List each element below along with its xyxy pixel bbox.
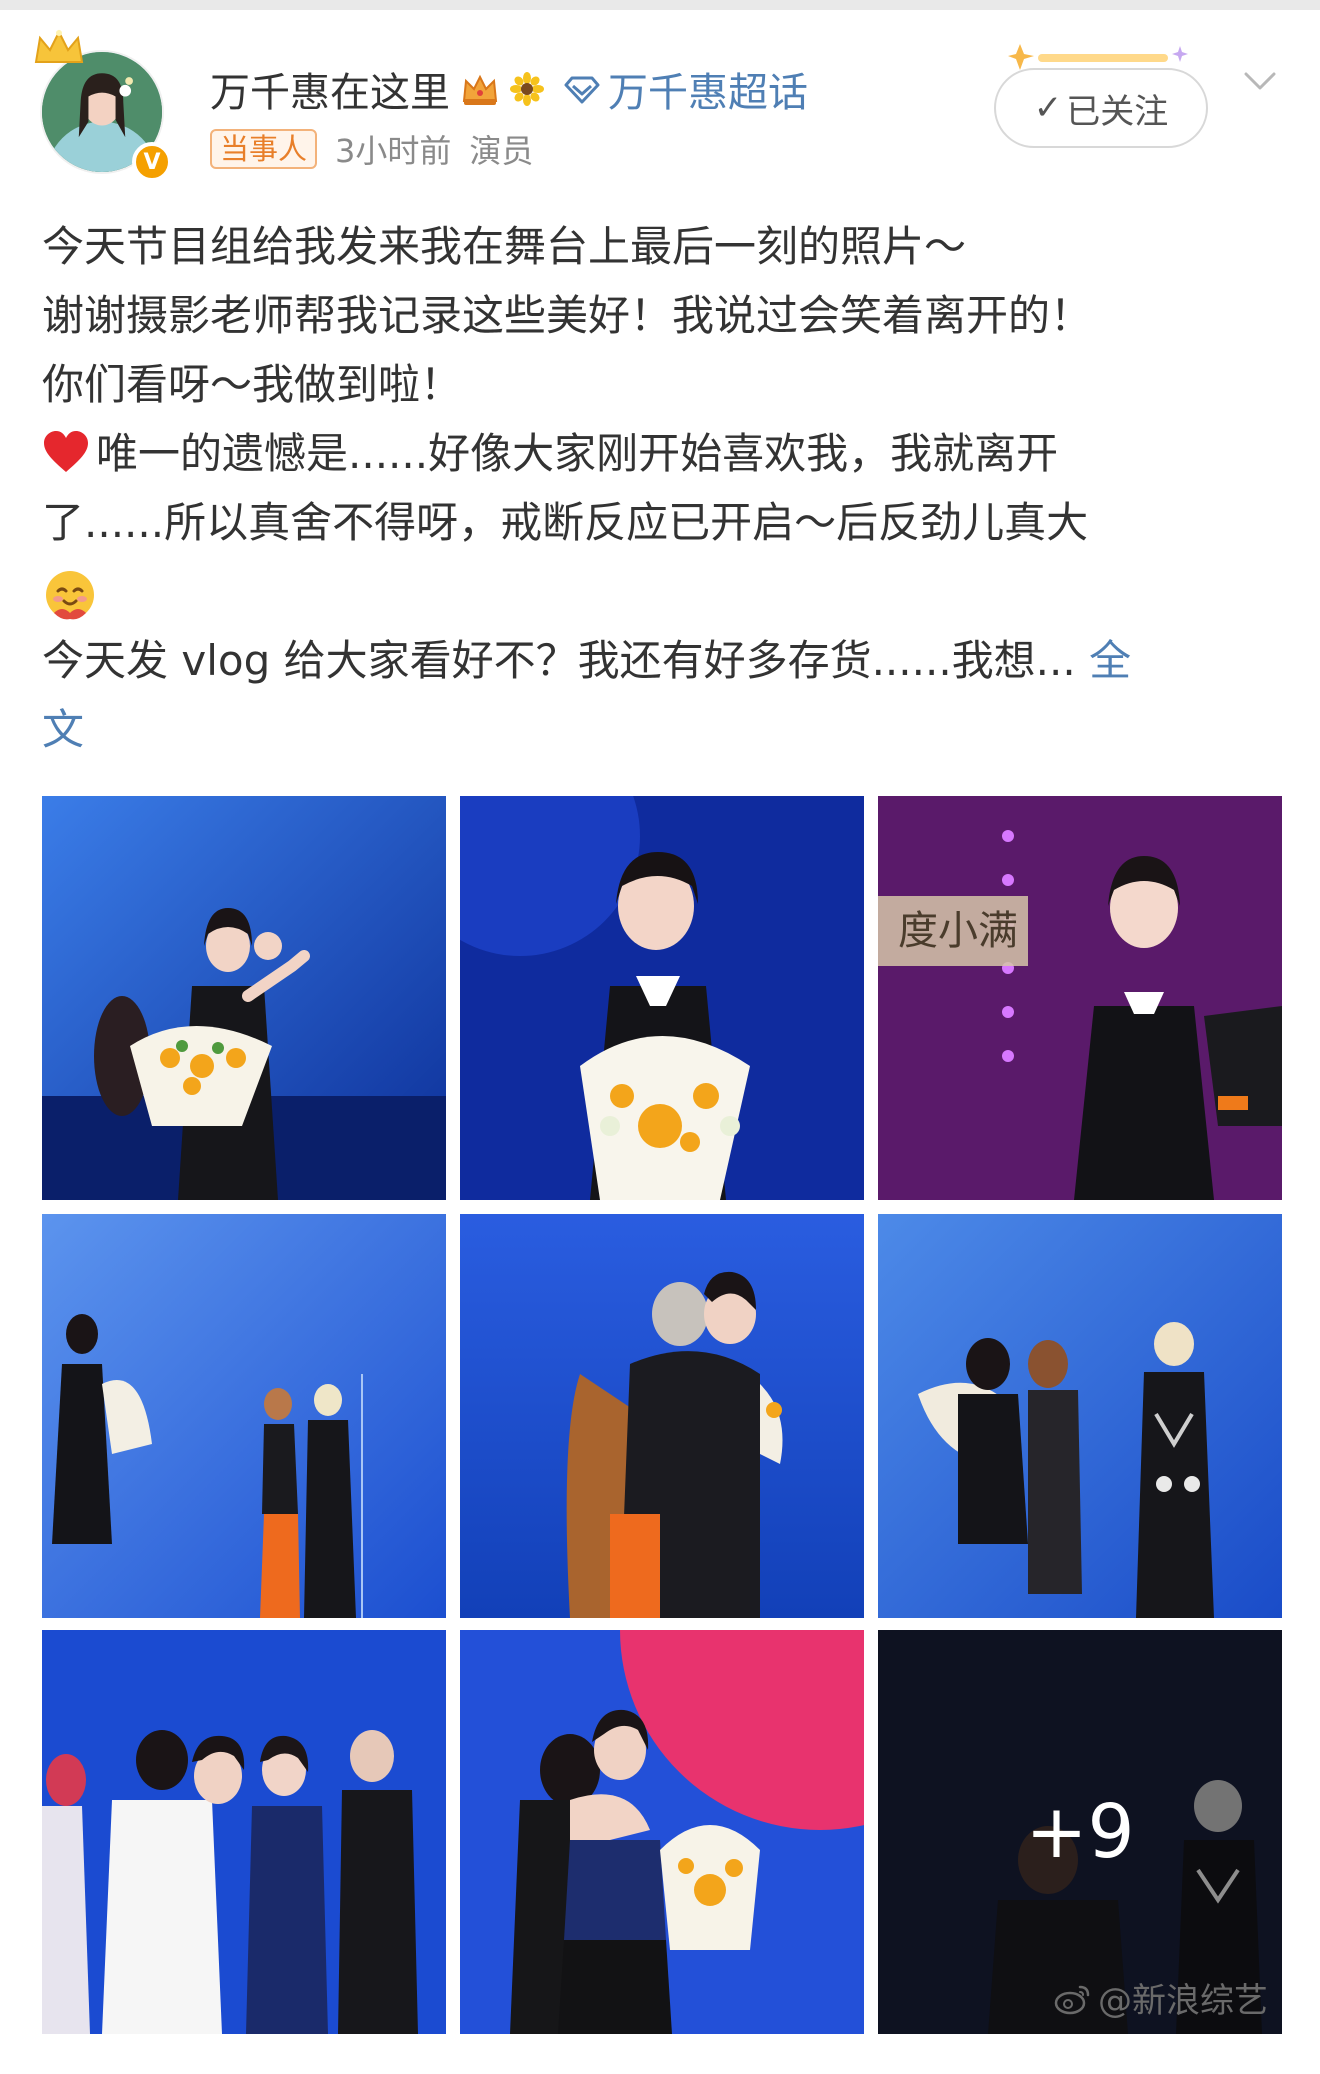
heart-icon (44, 431, 88, 472)
crown-icon (34, 29, 84, 63)
checkmark-icon: ✓ (1033, 88, 1063, 128)
avatar-container[interactable]: V (34, 29, 172, 182)
photo-thumbnail[interactable] (460, 1630, 864, 2034)
post-line: 你们看呀～我做到啦！ (42, 360, 463, 409)
post-line-text: 今天发 vlog 给大家看好不？我还有好多存货......我想... (42, 636, 1090, 685)
photo-thumbnail[interactable] (878, 1214, 1282, 1618)
supertopic-label[interactable]: 万千惠超话 (608, 60, 808, 118)
photo-thumbnail[interactable]: 度小满 (878, 796, 1282, 1200)
follow-label: 已关注 (1066, 91, 1169, 132)
post-line: 了......所以真舍不得呀，戒断反应已开启～后反劲儿真大 (42, 498, 1089, 547)
supertopic-link[interactable]: 万千惠超话 (564, 60, 808, 118)
sunflower-badge-icon[interactable] (510, 72, 544, 106)
vip-crown-badge-icon[interactable] (460, 71, 500, 107)
expand-full-text-link-continued[interactable]: 文 (42, 695, 1278, 764)
top-divider (0, 0, 1320, 10)
chevron-down-icon[interactable] (1240, 66, 1280, 96)
verified-icon: V (132, 142, 172, 182)
diamond-icon (564, 76, 600, 104)
photo-thumbnail[interactable] (42, 796, 446, 1200)
follow-button[interactable]: ✓ 已关注 (994, 68, 1208, 148)
username[interactable]: 万千惠在这里 (210, 60, 450, 118)
stage-sign-text: 度小满 (898, 908, 1018, 954)
photo-thumbnail[interactable] (460, 796, 864, 1200)
photo-thumbnail[interactable] (42, 1630, 446, 2034)
post-body: 今天节目组给我发来我在舞台上最后一刻的照片～ 谢谢摄影老师帮我记录这些美好！我说… (42, 212, 1278, 764)
hug-emoji-icon (46, 570, 94, 619)
post-line: 今天发 vlog 给大家看好不？我还有好多存货......我想... 全 (42, 626, 1278, 695)
post-line (42, 557, 1278, 626)
party-tag: 当事人 (210, 129, 318, 169)
photo-thumbnail[interactable] (42, 1214, 446, 1618)
post-line: 谢谢摄影老师帮我记录这些美好！我说过会笑着离开的！ (42, 291, 1093, 340)
expand-full-text-link[interactable]: 全 (1089, 636, 1131, 685)
user-role: 演员 (469, 132, 534, 170)
photo-thumbnail[interactable] (460, 1214, 864, 1618)
post-time: 3小时前 (335, 132, 452, 170)
post-line: 唯一的遗憾是......好像大家刚开始喜欢我，我就离开 (42, 419, 1278, 488)
watermark: @新浪综艺 (1054, 1973, 1268, 2022)
post-line: 今天节目组给我发来我在舞台上最后一刻的照片～ (42, 222, 967, 271)
photo-grid: 度小满 +9 @新浪综艺 (42, 796, 1282, 2034)
post-line-text: 唯一的遗憾是......好像大家刚开始喜欢我，我就离开 (96, 429, 1059, 478)
watermark-text: @新浪综艺 (1098, 1981, 1268, 2021)
weibo-logo-icon (1054, 1985, 1090, 2014)
